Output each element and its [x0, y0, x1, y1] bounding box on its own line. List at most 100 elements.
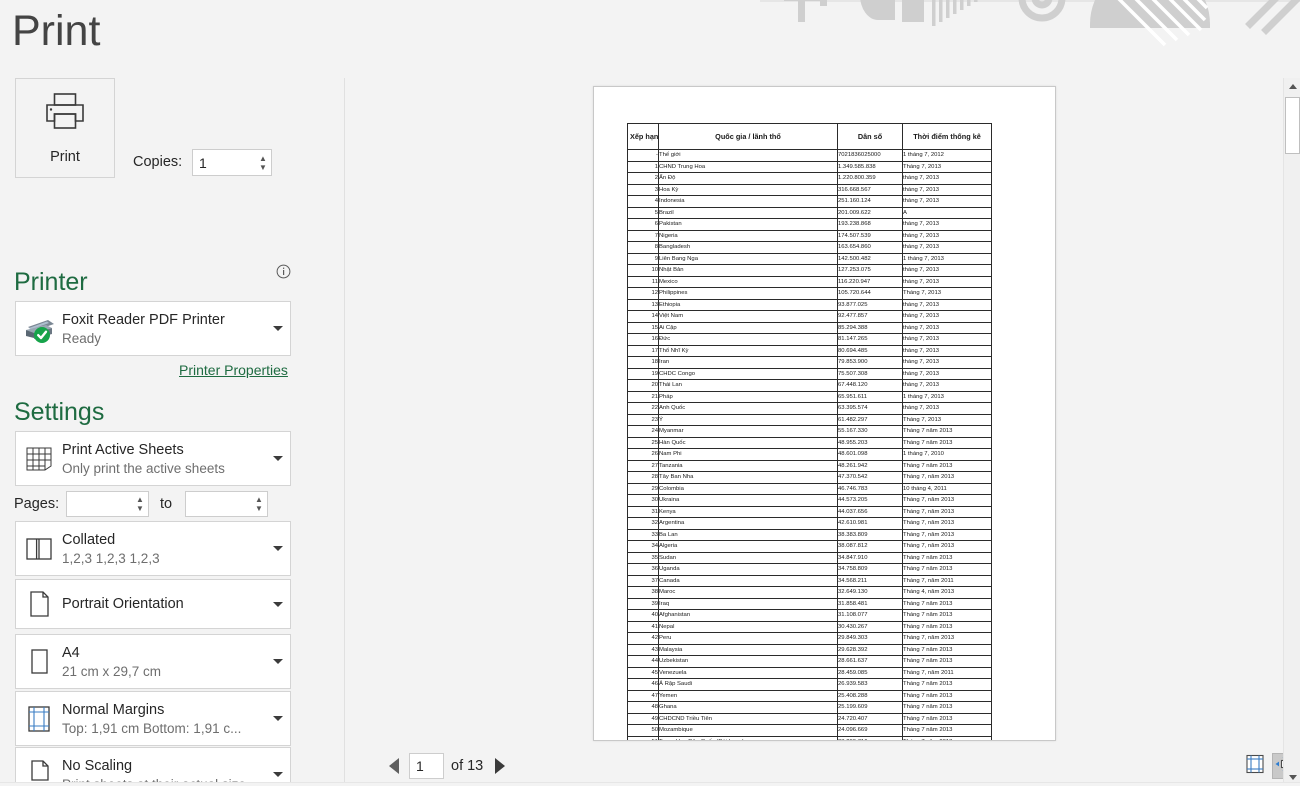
copies-decrease-icon[interactable]: ▼	[259, 163, 267, 172]
table-cell: 34.758.809	[838, 564, 903, 576]
printer-device-icon	[16, 315, 62, 343]
table-cell: tháng 7, 2013	[903, 242, 992, 254]
print-button[interactable]: Print	[15, 78, 115, 178]
table-cell: Mexico	[659, 276, 838, 288]
pages-to-input[interactable]	[186, 492, 251, 516]
table-cell: Tháng 7 năm 2013	[903, 690, 992, 702]
table-cell: 25	[628, 437, 659, 449]
show-margins-button[interactable]	[1242, 753, 1268, 779]
table-cell: Anh Quốc	[659, 403, 838, 415]
previous-page-button[interactable]	[386, 755, 404, 777]
table-cell: CHDCND Triều Tiên	[659, 713, 838, 725]
pages-from-spin-arrows[interactable]: ▲ ▼	[132, 492, 148, 516]
paper-size-dropdown-icon[interactable]	[266, 659, 290, 664]
table-cell: 48.261.942	[838, 460, 903, 472]
print-what-dropdown-icon[interactable]	[266, 456, 290, 461]
table-cell: 26	[628, 449, 659, 461]
table-row: 13Ethiopia93.877.025tháng 7, 2013	[628, 299, 992, 311]
page-number-input[interactable]	[410, 754, 443, 778]
table-cell: 49	[628, 713, 659, 725]
table-cell: 7021836025000	[838, 150, 903, 162]
table-cell: tháng 7, 2013	[903, 403, 992, 415]
copies-stepper[interactable]: ▲ ▼	[192, 149, 272, 176]
pages-from-increase-icon[interactable]: ▲	[136, 495, 144, 504]
pages-to-spin-arrows[interactable]: ▲ ▼	[251, 492, 267, 516]
preview-scrollbar[interactable]	[1283, 78, 1300, 786]
scaling-select[interactable]: 100 No Scaling Print sheets at their act…	[15, 747, 291, 786]
scaling-dropdown-icon[interactable]	[266, 772, 290, 777]
table-cell: 65.951.611	[838, 391, 903, 403]
print-what-select[interactable]: Print Active Sheets Only print the activ…	[15, 431, 291, 486]
table-cell: 28.661.637	[838, 656, 903, 668]
table-cell: 34.568.211	[838, 575, 903, 587]
margins-select[interactable]: Normal Margins Top: 1,91 cm Bottom: 1,91…	[15, 691, 291, 746]
table-cell: Uganda	[659, 564, 838, 576]
copies-increase-icon[interactable]: ▲	[259, 154, 267, 163]
table-cell: Philippines	[659, 288, 838, 300]
table-cell: 1 tháng 7, 2010	[903, 449, 992, 461]
pages-from-decrease-icon[interactable]: ▼	[136, 504, 144, 513]
table-row: 42Peru29.849.303Tháng 7, năm 2013	[628, 633, 992, 645]
orientation-select[interactable]: Portrait Orientation	[15, 579, 291, 629]
collation-select[interactable]: Collated 1,2,3 1,2,3 1,2,3	[15, 521, 291, 576]
paper-size-select[interactable]: A4 21 cm x 29,7 cm	[15, 634, 291, 689]
info-icon[interactable]	[276, 264, 291, 279]
table-cell: 29	[628, 483, 659, 495]
paper-size-subtitle: 21 cm x 29,7 cm	[62, 664, 262, 679]
table-row: 33Ba Lan38.383.809Tháng 7, năm 2013	[628, 529, 992, 541]
printer-properties-link[interactable]: Printer Properties	[179, 362, 288, 378]
table-cell: Tháng 7 năm 2013	[903, 621, 992, 633]
table-row: 27Tanzania48.261.942Tháng 7 năm 2013	[628, 460, 992, 472]
pages-to-decrease-icon[interactable]: ▼	[255, 504, 263, 513]
table-cell: 4	[628, 196, 659, 208]
table-cell: Nhật Bản	[659, 265, 838, 277]
table-cell: 93.877.025	[838, 299, 903, 311]
orientation-dropdown-icon[interactable]	[266, 602, 290, 607]
table-cell: Iraq	[659, 598, 838, 610]
table-cell: Tháng 7, năm 2013	[903, 518, 992, 530]
table-row: -Thế giới70218360250001 tháng 7, 2012	[628, 150, 992, 162]
scroll-up-button[interactable]	[1284, 78, 1300, 95]
sheets-grid-icon	[16, 445, 62, 473]
pages-to-increase-icon[interactable]: ▲	[255, 495, 263, 504]
printer-dropdown-icon[interactable]	[266, 326, 290, 331]
table-cell: 61.482.297	[838, 414, 903, 426]
table-cell: 92.477.857	[838, 311, 903, 323]
table-cell: Tháng 7 năm 2013	[903, 644, 992, 656]
table-cell: 201.009.622	[838, 207, 903, 219]
table-cell: Tháng 7, năm 2013	[903, 633, 992, 645]
table-row: 7Nigeria174.507.539tháng 7, 2013	[628, 230, 992, 242]
table-cell: Tháng 7 năm 2013	[903, 679, 992, 691]
table-cell: Hoa Kỳ	[659, 184, 838, 196]
table-cell: Thế giới	[659, 150, 838, 162]
table-cell: 47	[628, 690, 659, 702]
table-row: 25Hàn Quốc48.955.203Tháng 7 năm 2013	[628, 437, 992, 449]
table-row: 9Liên Bang Nga142.500.4821 tháng 7, 2013	[628, 253, 992, 265]
table-cell: A	[903, 207, 992, 219]
table-cell: 30	[628, 495, 659, 507]
table-cell: 13	[628, 299, 659, 311]
pages-from-stepper[interactable]: ▲ ▼	[66, 491, 149, 517]
table-cell: 32.649.130	[838, 587, 903, 599]
table-cell: 42	[628, 633, 659, 645]
table-cell: Ukraina	[659, 495, 838, 507]
pages-to-stepper[interactable]: ▲ ▼	[185, 491, 268, 517]
scrollbar-thumb[interactable]	[1285, 97, 1300, 154]
pages-from-input[interactable]	[67, 492, 132, 516]
table-cell: tháng 7, 2013	[903, 265, 992, 277]
collation-dropdown-icon[interactable]	[266, 546, 290, 551]
table-cell: 44.037.656	[838, 506, 903, 518]
page-number-field[interactable]	[409, 753, 444, 779]
printer-select[interactable]: Foxit Reader PDF Printer Ready	[15, 301, 291, 356]
copies-input[interactable]	[193, 150, 255, 175]
printer-status: Ready	[62, 331, 262, 346]
table-cell: Colombia	[659, 483, 838, 495]
table-cell: Đức	[659, 334, 838, 346]
copies-spin-arrows[interactable]: ▲ ▼	[255, 150, 271, 175]
table-cell: 31	[628, 506, 659, 518]
next-page-button[interactable]	[490, 755, 508, 777]
paper-size-title: A4	[62, 645, 262, 661]
printer-icon	[39, 91, 91, 140]
collation-subtitle: 1,2,3 1,2,3 1,2,3	[62, 551, 262, 566]
margins-dropdown-icon[interactable]	[266, 716, 290, 721]
